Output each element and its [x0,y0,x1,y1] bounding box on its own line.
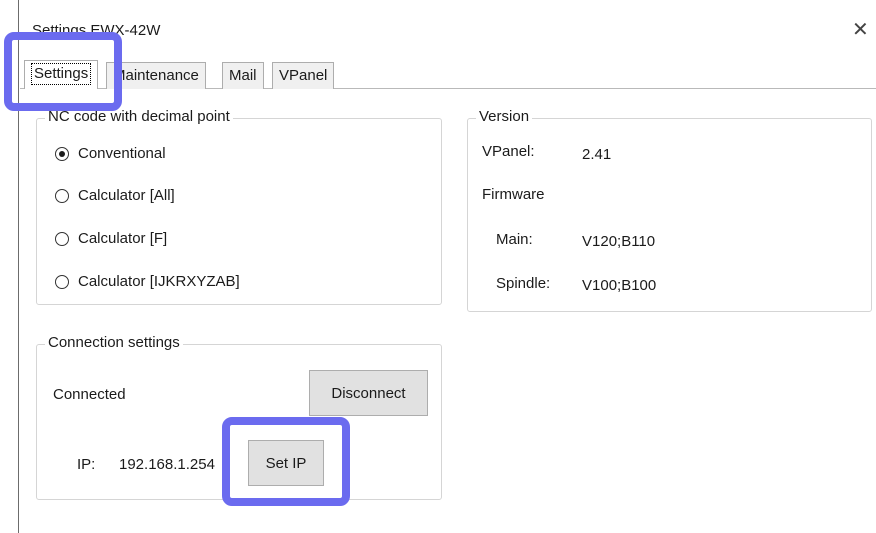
radio-calculator-f-label: Calculator [F] [78,230,168,247]
ip-label: IP: [77,456,96,473]
radio-conventional-label: Conventional [78,145,166,162]
tab-vpanel[interactable]: VPanel [272,62,335,89]
version-group: Version VPanel: 2.41 Firmware Main: V120… [467,108,872,312]
tab-mail-label: Mail [229,67,257,84]
tab-vpanel-label: VPanel [279,67,328,84]
radio-calculator-f-indicator[interactable] [55,231,69,246]
radio-calculator-ijkrxyzab[interactable]: Calculator [IJKRXYZAB] [55,273,240,290]
tab-maintenance-label: Maintenance [113,67,199,84]
window-title: Settings EWX-42W [32,22,161,39]
connection-status: Connected [53,386,126,403]
connection-settings-title: Connection settings [45,334,183,351]
nc-code-group: NC code with decimal point Conventional … [36,108,442,305]
radio-calculator-f[interactable]: Calculator [F] [55,230,167,247]
vpanel-version-label: VPanel: [482,143,535,160]
version-group-title: Version [476,108,533,125]
disconnect-button[interactable]: Disconnect [309,370,428,416]
radio-conventional-indicator[interactable] [55,146,69,161]
tab-settings-label: Settings [31,63,92,85]
connection-settings-group: Connection settings Connected IP: 192.16… [36,334,442,500]
firmware-spindle-value: V100;B100 [582,277,657,294]
radio-conventional[interactable]: Conventional [55,145,166,162]
nc-code-group-title: NC code with decimal point [45,108,233,125]
radio-calculator-all-indicator[interactable] [55,188,69,203]
firmware-spindle-label: Spindle: [496,275,551,292]
radio-calculator-all-label: Calculator [All] [78,187,175,204]
firmware-main-label: Main: [496,231,533,248]
set-ip-button[interactable]: Set IP [248,440,324,486]
radio-calculator-all[interactable]: Calculator [All] [55,187,175,204]
radio-calculator-ijkrxyzab-indicator[interactable] [55,274,69,289]
radio-calculator-ijkrxyzab-label: Calculator [IJKRXYZAB] [78,273,240,290]
ip-value: 192.168.1.254 [119,456,215,473]
tab-settings[interactable]: Settings [24,60,99,89]
tab-maintenance[interactable]: Maintenance [106,62,206,89]
tab-mail[interactable]: Mail [222,62,264,89]
close-icon[interactable]: ✕ [852,20,869,40]
window-border [18,0,19,533]
firmware-main-value: V120;B110 [582,233,656,250]
vpanel-version-value: 2.41 [582,146,612,163]
firmware-label: Firmware [482,186,545,203]
